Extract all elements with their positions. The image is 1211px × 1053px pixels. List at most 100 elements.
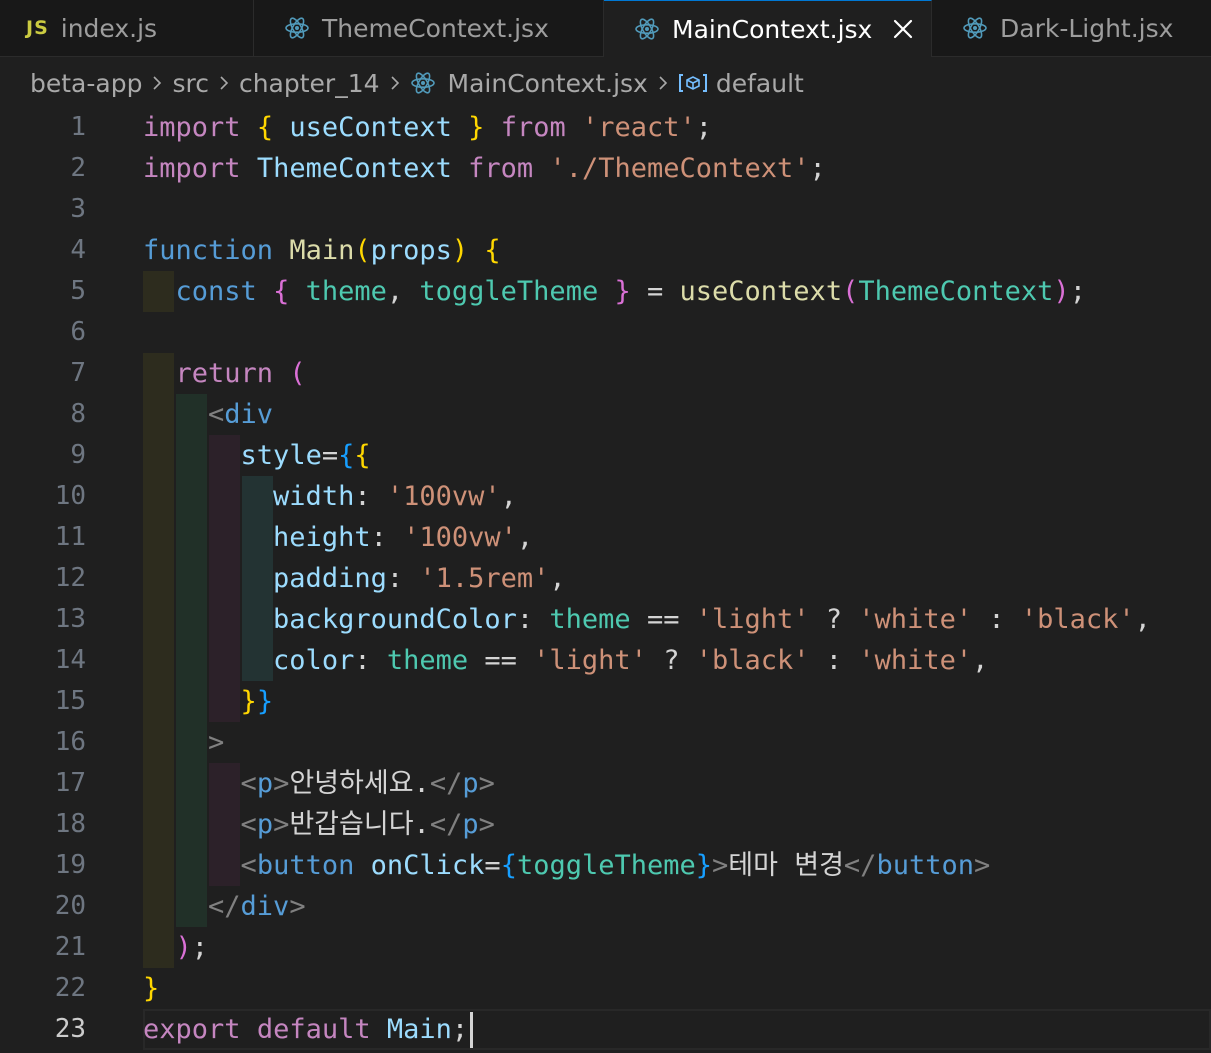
breadcrumb-symbol[interactable]: default [716,69,804,98]
code-token: , [972,645,989,676]
react-icon [634,17,660,41]
code-line[interactable]: 11 height: '100vw', [0,517,1211,558]
code-line[interactable]: 4 function Main(props) { [0,230,1211,271]
chevron-right-icon [220,76,229,90]
code-line[interactable]: 14 color: theme == 'light' ? 'black' : '… [0,640,1211,681]
code-token: from [468,153,534,184]
code-line[interactable]: 10 width: '100vw', [0,476,1211,517]
code-line[interactable]: 21 ); [0,927,1211,968]
code-token: theme [386,645,469,676]
breadcrumb-item[interactable]: chapter_14 [239,69,380,98]
code-line[interactable]: 22} [0,968,1211,1009]
code-token: : [370,522,404,553]
code-line[interactable]: 20 </div> [0,886,1211,927]
code-token: function [143,235,274,266]
code-text: <p>반갑습니다.</p> [143,804,495,845]
code-token: props [370,235,452,266]
code-token: < [240,809,257,840]
line-number: 17 [54,768,86,798]
tab-main-context[interactable]: MainContext.jsx [604,0,932,57]
code-token: onClick [370,850,485,881]
code-token: button [876,850,974,881]
tab-index-js[interactable]: JS index.js [0,0,254,56]
chevron-right-icon [659,76,667,90]
code-line[interactable]: 15 }} [0,681,1211,722]
code-token: { [256,112,274,143]
code-line[interactable]: 5 const { theme, toggleTheme } = useCont… [0,271,1211,312]
code-editor[interactable]: 1 import { useContext } from 'react'; 2 imp… [0,107,1211,1053]
line-number: 2 [70,153,86,183]
react-icon [284,16,310,40]
code-token: Main [289,235,355,266]
code-line[interactable]: 18 <p>반갑습니다.</p> [0,804,1211,845]
line-number: 1 [70,112,86,142]
line-number: 5 [70,276,86,306]
tab-theme-context[interactable]: ThemeContext.jsx [254,0,604,56]
code-line[interactable]: 23 export default Main; [0,1009,1211,1050]
code-token: > [208,727,225,758]
code-line[interactable]: 6 [0,312,1211,353]
code-token: height [273,522,371,553]
react-icon [962,16,988,40]
breadcrumb-file[interactable]: MainContext.jsx [448,69,648,98]
code-token: from [500,112,566,143]
code-token: ) [451,235,469,266]
code-text: }} [143,681,274,722]
breadcrumb-item[interactable]: src [172,69,209,98]
code-token: 'black' [695,645,810,676]
code-text: <p>안녕하세요.</p> [143,763,495,804]
code-line[interactable]: 7 return ( [0,353,1211,394]
code-token: toggleTheme [516,850,696,881]
code-line[interactable]: 16 > [0,722,1211,763]
code-line[interactable]: 19 <button onClick={toggleTheme}>테마 변경</… [0,845,1211,886]
code-line[interactable]: 1 import { useContext } from 'react'; [0,107,1211,148]
code-token: 'react' [582,112,696,143]
code-line[interactable]: 9 style={{ [0,435,1211,476]
code-line[interactable]: 12 padding: '1.5rem', [0,558,1211,599]
tab-dark-light[interactable]: Dark-Light.jsx [932,0,1211,56]
code-text: ); [143,927,209,968]
code-token: p [462,809,479,840]
code-token: > [478,768,495,799]
code-text: color: theme == 'light' ? 'black' : 'whi… [143,640,988,681]
code-token: , [549,563,566,594]
chevron-right-icon [390,76,399,90]
code-token: ( [289,358,306,389]
breadcrumb-item[interactable]: beta-app [30,69,142,98]
code-token: 'black' [1020,604,1135,635]
code-text: import ThemeContext from './ThemeContext… [143,148,826,189]
code-token: ; [1069,276,1086,307]
js-icon: JS [26,17,49,39]
code-line[interactable]: 8 <div [0,394,1211,435]
line-number: 14 [54,645,86,675]
code-token: ; [191,932,209,963]
code-line[interactable]: 2 import ThemeContext from './ThemeContex… [0,148,1211,189]
code-token: } [256,686,274,717]
code-text: width: '100vw', [143,476,517,517]
code-line[interactable]: 17 <p>안녕하세요.</p> [0,763,1211,804]
close-icon[interactable] [891,17,915,41]
code-token: < [240,850,257,881]
line-number: 10 [54,481,86,511]
line-number: 7 [70,358,86,388]
code-token: import [143,112,241,143]
code-token: useContext [289,112,452,143]
code-text: style={{ [143,435,371,476]
code-line[interactable]: 13 backgroundColor: theme == 'light' ? '… [0,599,1211,640]
code-line[interactable]: 3 [0,189,1211,230]
code-token: './ThemeContext' [549,153,810,184]
